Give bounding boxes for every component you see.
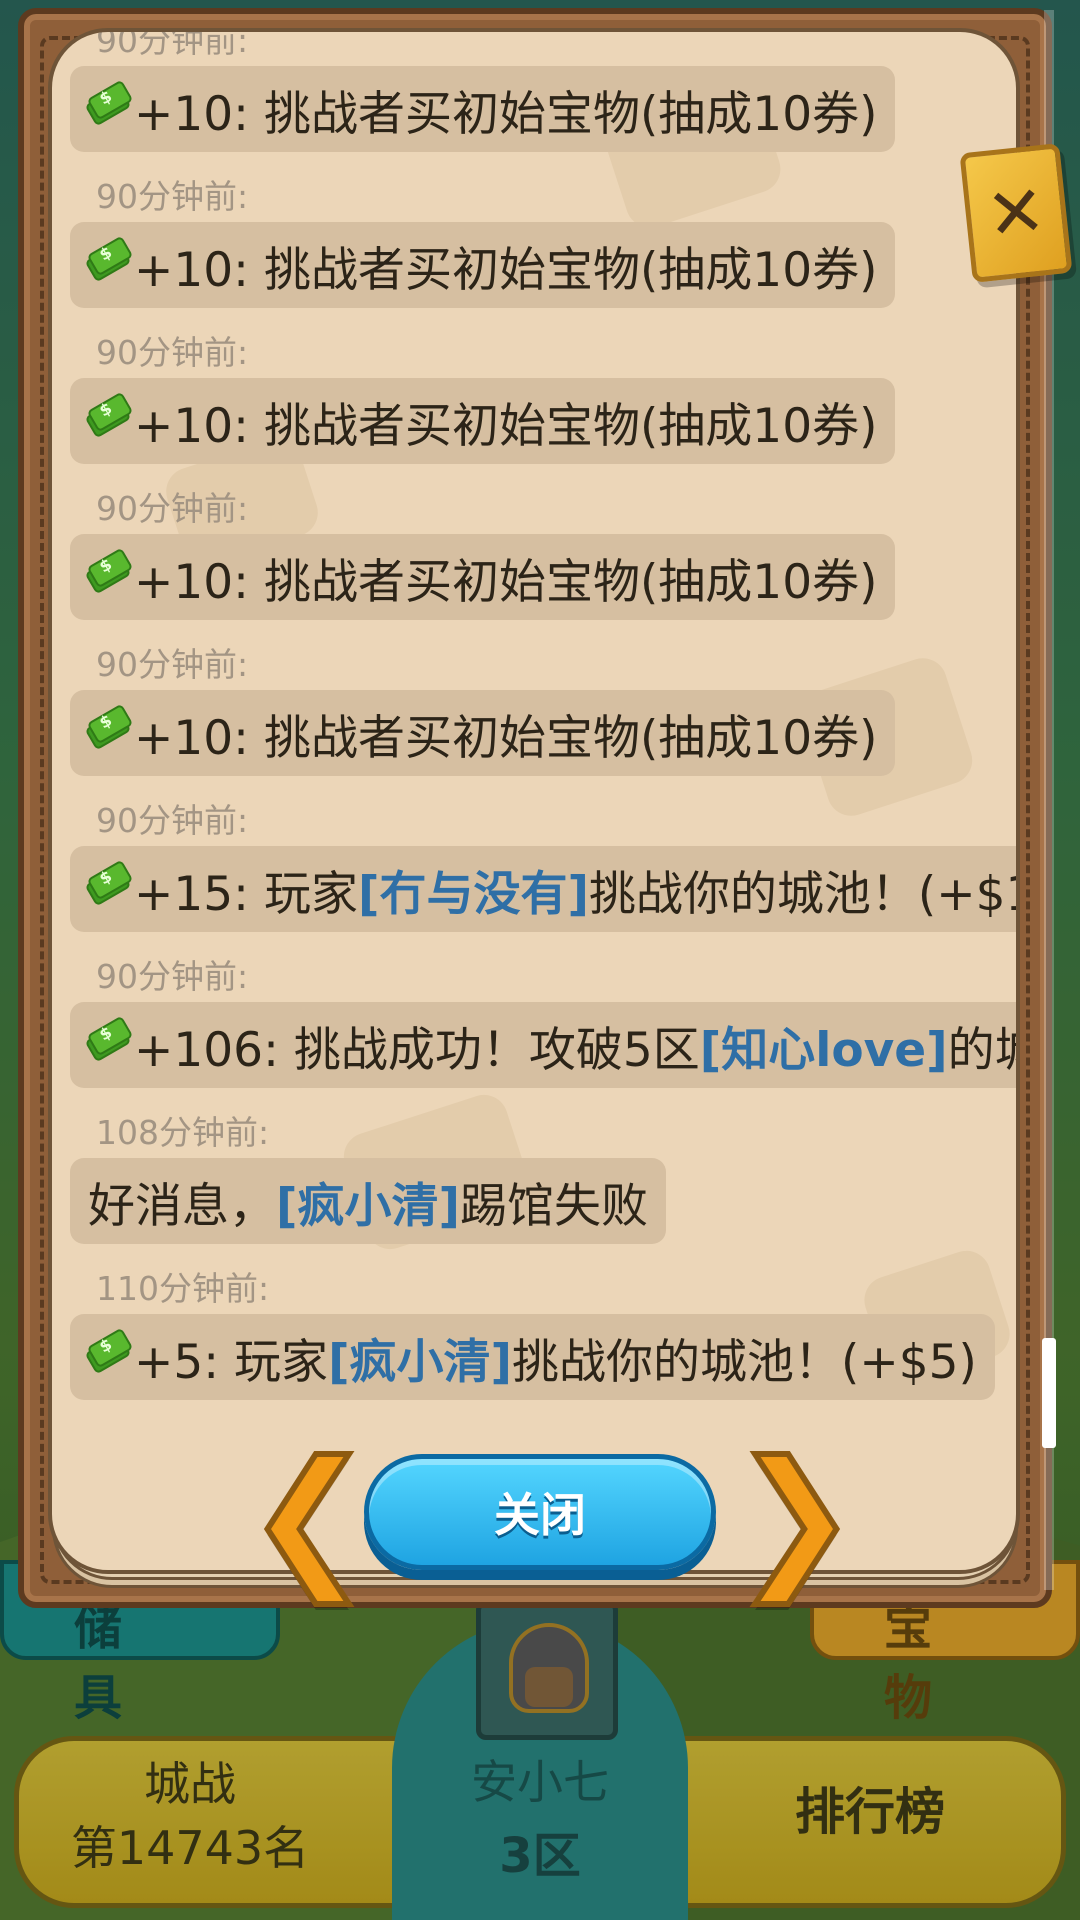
log-message: $ +5: 玩家 [疯小清] 挑战你的城池！(+$5): [70, 1314, 995, 1400]
close-icon: ✕: [982, 169, 1050, 257]
log-message: $ +106: 挑战成功！攻破5区[知心love]的城池: [70, 1002, 1016, 1088]
message-suffix: 踢馆失败: [459, 1178, 648, 1234]
log-message: $ +10: 挑战者买初始宝物(抽成10券): [70, 690, 896, 776]
player-name-link[interactable]: [冇与没有]: [358, 855, 589, 924]
list-item: 90分钟前: $ +106: 挑战成功！攻破5区[知心love]的城池: [70, 952, 1016, 1108]
timestamp: 110分钟前:: [96, 1269, 270, 1308]
list-item: 108分钟前: 好消息， [疯小清] 踢馆失败: [70, 1108, 1016, 1264]
chevron-left-icon: ❮: [243, 1430, 375, 1604]
scrollbar-thumb[interactable]: [1042, 1338, 1056, 1448]
message-text: +10: 挑战者买初始宝物(抽成10券): [134, 710, 878, 766]
money-icon: $: [84, 1327, 134, 1375]
log-paper: 90分钟前: $ +10: 挑战者买初始宝物(抽成10券) 90分钟前: $ +…: [48, 28, 1020, 1574]
timestamp: 90分钟前:: [96, 489, 249, 528]
list-item: 90分钟前: $ +15: 玩家[冇与没有]挑战你的城池！(+$15): [70, 796, 1016, 952]
chevron-right-icon: ❯: [729, 1430, 861, 1604]
message-text: +10: 挑战者买初始宝物(抽成10券): [134, 554, 878, 610]
message-text: +10: 挑战者买初始宝物(抽成10券): [134, 398, 878, 454]
close-x-button[interactable]: ✕: [959, 143, 1073, 283]
list-item: 90分钟前: $ +10: 挑战者买初始宝物(抽成10券): [70, 328, 1016, 484]
money-icon: $: [84, 391, 134, 439]
list-item: 90分钟前: $ +10: 挑战者买初始宝物(抽成10券): [70, 172, 1016, 328]
timestamp: 90分钟前:: [96, 177, 249, 216]
list-item: 90分钟前: $ +10: 挑战者买初始宝物(抽成10券): [70, 484, 1016, 640]
money-icon: $: [84, 547, 134, 595]
message-suffix: 挑战你的城池！(+$15): [588, 866, 1016, 922]
message-prefix: +15: 玩家: [134, 866, 358, 922]
log-list[interactable]: 90分钟前: $ +10: 挑战者买初始宝物(抽成10券) 90分钟前: $ +…: [52, 28, 1016, 1464]
timestamp: 90分钟前:: [96, 333, 249, 372]
close-button[interactable]: 关闭: [364, 1454, 716, 1570]
message-suffix: 挑战你的城池！(+$5): [512, 1334, 977, 1390]
next-page-button[interactable]: ❯: [729, 1439, 861, 1595]
list-item: 90分钟前: $ +10: 挑战者买初始宝物(抽成10券): [70, 640, 1016, 796]
message-text: +10: 挑战者买初始宝物(抽成10券): [134, 242, 878, 298]
timestamp: 90分钟前:: [96, 957, 249, 996]
timestamp: 90分钟前:: [96, 801, 249, 840]
prev-page-button[interactable]: ❮: [243, 1439, 375, 1595]
money-icon: $: [84, 1015, 134, 1063]
message-prefix: +106: 挑战成功！攻破5区: [134, 1022, 700, 1078]
log-message: $ +15: 玩家[冇与没有]挑战你的城池！(+$15): [70, 846, 1016, 932]
player-name-link[interactable]: [疯小清]: [328, 1323, 512, 1392]
log-message: $ +10: 挑战者买初始宝物(抽成10券): [70, 534, 896, 620]
money-icon: $: [84, 79, 134, 127]
log-message: $ +10: 挑战者买初始宝物(抽成10券): [70, 66, 896, 152]
message-prefix: 好消息，: [88, 1178, 276, 1234]
player-name-link[interactable]: [疯小清]: [276, 1167, 460, 1236]
message-text: +10: 挑战者买初始宝物(抽成10券): [134, 86, 878, 142]
money-icon: $: [84, 235, 134, 283]
player-name-link[interactable]: [知心love]: [700, 1011, 948, 1080]
message-suffix: 的城池: [947, 1022, 1016, 1078]
log-message: 好消息， [疯小清] 踢馆失败: [70, 1158, 666, 1244]
money-icon: $: [84, 859, 134, 907]
timestamp: 108分钟前:: [96, 1113, 270, 1152]
money-icon: $: [84, 703, 134, 751]
timestamp: 90分钟前:: [96, 645, 249, 684]
log-message: $ +10: 挑战者买初始宝物(抽成10券): [70, 222, 896, 308]
list-item: 90分钟前: $ +10: 挑战者买初始宝物(抽成10券): [70, 28, 1016, 172]
list-item: 110分钟前: $ +5: 玩家 [疯小清] 挑战你的城池！(+$5): [70, 1264, 1016, 1420]
timestamp: 90分钟前:: [96, 28, 249, 60]
log-message: $ +10: 挑战者买初始宝物(抽成10券): [70, 378, 896, 464]
message-prefix: +5: 玩家: [134, 1334, 329, 1390]
